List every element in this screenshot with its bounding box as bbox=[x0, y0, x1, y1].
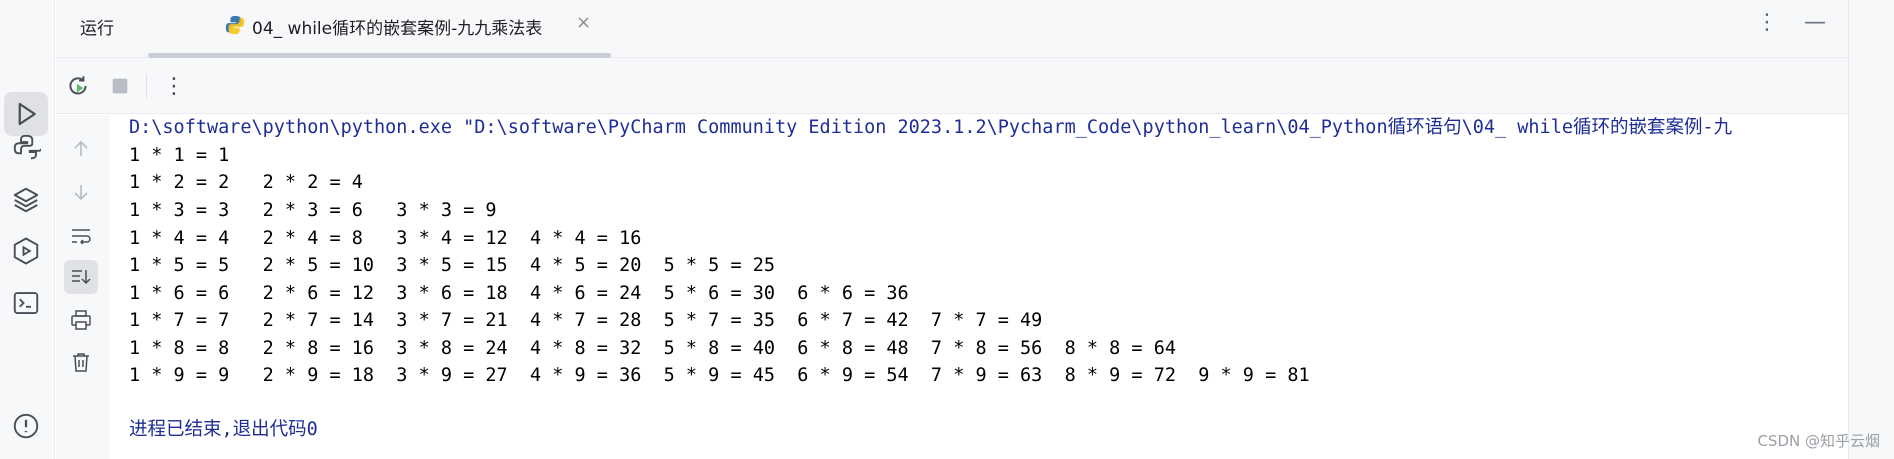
watermark: CSDN @知乎云烟 bbox=[1757, 432, 1880, 450]
python-file-icon bbox=[225, 15, 245, 35]
output-line: 1 * 1 = 1 bbox=[129, 145, 230, 166]
minimize-icon[interactable]: — bbox=[1804, 10, 1826, 35]
output-line: 1 * 8 = 8 2 * 8 = 16 3 * 8 = 24 4 * 8 = … bbox=[129, 338, 1176, 359]
more-options-icon[interactable]: ⋮ bbox=[1756, 10, 1778, 35]
close-tab-icon[interactable]: × bbox=[576, 12, 591, 33]
scroll-down-button[interactable] bbox=[64, 175, 98, 209]
run-toolbar: ⋮ bbox=[56, 58, 1848, 114]
console-gutter bbox=[56, 115, 110, 459]
scroll-down-icon bbox=[74, 185, 88, 201]
output-line: 1 * 2 = 2 2 * 2 = 4 bbox=[129, 172, 363, 193]
print-icon bbox=[71, 310, 91, 330]
right-tool-strip bbox=[1848, 0, 1894, 459]
more-icon[interactable]: ⋮ bbox=[160, 72, 188, 100]
output-line: 1 * 7 = 7 2 * 7 = 14 3 * 7 = 21 4 * 7 = … bbox=[129, 310, 1043, 331]
scroll-to-end-icon bbox=[72, 270, 91, 285]
python-packages-icon bbox=[13, 134, 41, 160]
problems-icon bbox=[13, 413, 39, 439]
output-line: 1 * 9 = 9 2 * 9 = 18 3 * 9 = 27 4 * 9 = … bbox=[129, 365, 1310, 386]
scroll-up-icon bbox=[74, 140, 88, 156]
print-button[interactable] bbox=[64, 303, 98, 337]
soft-wrap-button[interactable] bbox=[64, 219, 98, 253]
console-command-line: D:\software\python\python.exe "D:\softwa… bbox=[129, 117, 1733, 138]
terminal-button[interactable] bbox=[4, 281, 48, 325]
soft-wrap-icon bbox=[72, 229, 91, 245]
output-line: 1 * 3 = 3 2 * 3 = 6 3 * 3 = 9 bbox=[129, 200, 497, 221]
rerun-icon bbox=[69, 76, 87, 95]
tab-label: 04_ while循环的嵌套案例-九九乘法表 bbox=[252, 19, 543, 39]
terminal-icon bbox=[13, 292, 39, 314]
layers-button[interactable] bbox=[4, 178, 48, 222]
clear-button[interactable] bbox=[64, 345, 98, 379]
run-config-tab[interactable]: 04_ while循环的嵌套案例-九九乘法表 × bbox=[148, 0, 611, 58]
output-line: 1 * 5 = 5 2 * 5 = 10 3 * 5 = 15 4 * 5 = … bbox=[129, 255, 776, 276]
process-exit-message: 进程已结束,退出代码0 bbox=[129, 419, 318, 440]
ide-run-window: 运行 04_ while循环的嵌套案例-九九乘法表 × ⋮ — ⋮ D:\sof… bbox=[0, 0, 1894, 459]
left-tool-strip bbox=[0, 0, 55, 459]
problems-button[interactable] bbox=[4, 404, 48, 448]
clear-icon bbox=[73, 353, 89, 372]
stop-icon bbox=[112, 78, 128, 94]
layers-icon bbox=[13, 187, 39, 213]
services-icon bbox=[13, 237, 39, 265]
scroll-up-button[interactable] bbox=[64, 132, 98, 166]
python-packages-button[interactable] bbox=[4, 125, 48, 169]
console-output[interactable]: D:\software\python\python.exe "D:\softwa… bbox=[110, 115, 1848, 459]
toolbar-separator bbox=[146, 74, 147, 98]
services-button[interactable] bbox=[4, 229, 48, 273]
tool-window-header: 运行 04_ while循环的嵌套案例-九九乘法表 × ⋮ — bbox=[56, 0, 1848, 58]
scroll-to-end-button[interactable] bbox=[64, 260, 98, 294]
tool-window-title: 运行 bbox=[80, 19, 114, 39]
rerun-button[interactable] bbox=[64, 72, 92, 100]
stop-button[interactable] bbox=[106, 72, 134, 100]
output-line: 1 * 4 = 4 2 * 4 = 8 3 * 4 = 12 4 * 4 = 1… bbox=[129, 228, 642, 249]
output-line: 1 * 6 = 6 2 * 6 = 12 3 * 6 = 18 4 * 6 = … bbox=[129, 283, 909, 304]
